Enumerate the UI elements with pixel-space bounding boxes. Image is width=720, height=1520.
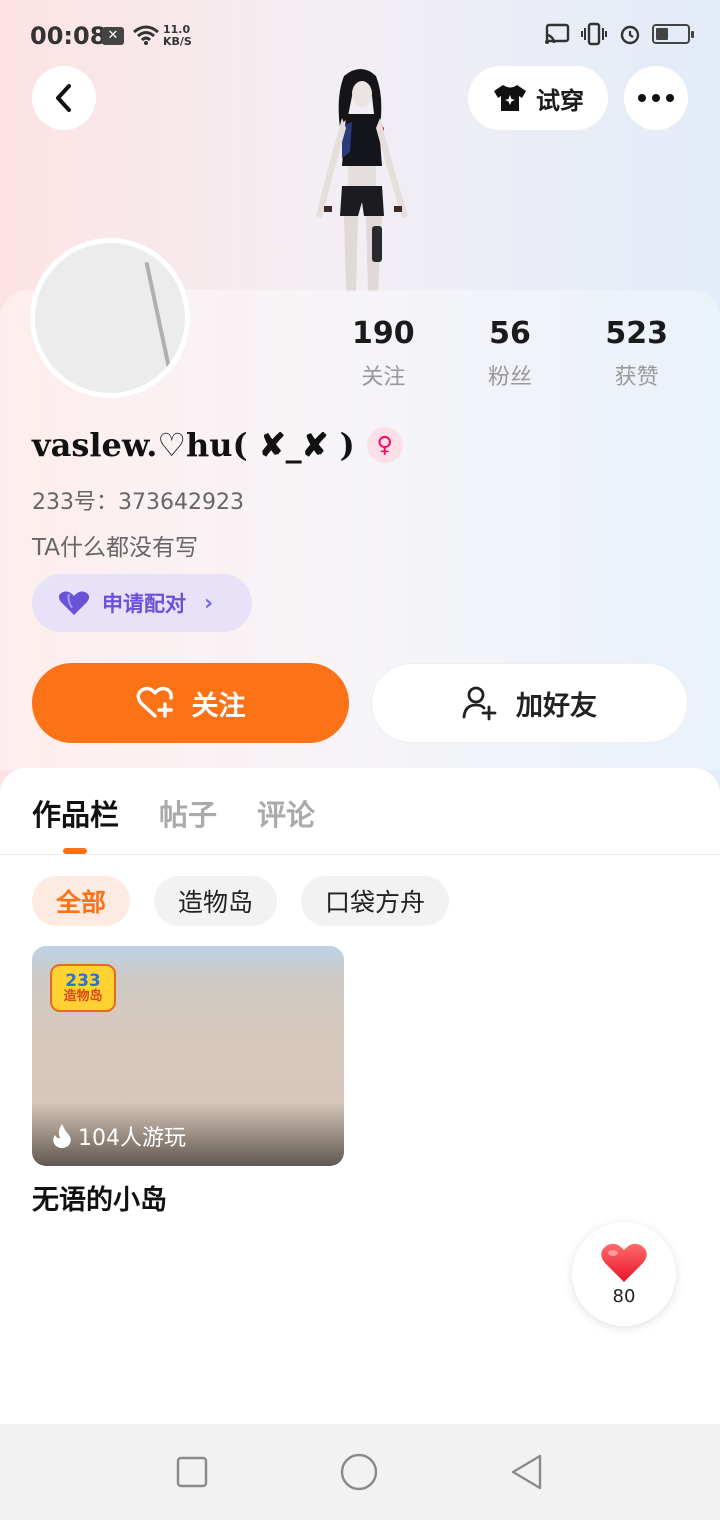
status-bar: 00:08 ✕ 11.0 KB/S (0, 0, 720, 74)
try-on-label: 试穿 (536, 86, 584, 115)
stat-likes-value: 523 (605, 316, 668, 351)
battery-icon (652, 24, 694, 44)
more-button[interactable] (624, 66, 688, 130)
add-friend-button[interactable]: 加好友 (371, 663, 688, 743)
follow-button[interactable]: 关注 (32, 663, 349, 743)
apply-pair-button[interactable]: 申请配对 › (32, 574, 252, 632)
logo-line2: 造物岛 (63, 989, 103, 1004)
content-section: 作品栏 帖子 评论 全部 造物岛 口袋方舟 233 造物岛 104人游玩 无语的… (0, 768, 720, 1424)
network-speed: 11.0 KB/S (163, 24, 192, 48)
tab-divider (0, 854, 720, 855)
user-id: 233号：373642923 (32, 490, 244, 515)
work-card[interactable]: 233 造物岛 104人游玩 (32, 946, 344, 1166)
player-count-text: 104人游玩 (78, 1126, 186, 1151)
recent-apps-button[interactable] (176, 1456, 208, 1488)
like-widget[interactable]: 80 (572, 1222, 676, 1326)
tshirt-icon (494, 85, 526, 111)
stat-likes[interactable]: 523 获赞 (573, 316, 700, 391)
filter-all[interactable]: 全部 (32, 876, 131, 926)
cast-icon (545, 23, 570, 44)
add-user-icon (462, 686, 497, 721)
back-button[interactable] (32, 66, 96, 130)
avatar-3d-figure[interactable] (296, 66, 426, 292)
tab-bar: 作品栏 帖子 评论 (32, 792, 315, 834)
add-friend-label: 加好友 (516, 690, 597, 722)
heart-add-icon (136, 686, 173, 718)
system-nav-bar (0, 1424, 720, 1520)
logo-line1: 233 (65, 971, 101, 991)
status-icons (544, 22, 694, 46)
alarm-icon (620, 25, 640, 45)
heart-icon (601, 1243, 647, 1282)
notification-icon: ✕ (102, 27, 124, 45)
stat-fans[interactable]: 56 粉丝 (447, 316, 574, 391)
tab-comments[interactable]: 评论 (257, 792, 315, 834)
stat-likes-label: 获赞 (614, 365, 659, 390)
more-icon (638, 94, 674, 102)
stat-fans-label: 粉丝 (488, 365, 533, 390)
tab-posts[interactable]: 帖子 (159, 792, 217, 834)
filter-chips: 全部 造物岛 口袋方舟 (32, 876, 450, 926)
back-nav-button[interactable] (510, 1454, 544, 1490)
status-time: 00:08 (30, 22, 107, 50)
filter-creation-island[interactable]: 造物岛 (154, 876, 278, 926)
home-button[interactable] (340, 1453, 378, 1491)
stat-fans-value: 56 (489, 316, 531, 351)
stat-following-label: 关注 (361, 365, 406, 390)
chevron-right-icon: › (204, 590, 214, 616)
apply-pair-label: 申请配对 (102, 592, 186, 616)
username: vaslew.♡hu( ✘_✘ ) (32, 426, 355, 464)
follow-label: 关注 (191, 690, 246, 722)
player-count: 104人游玩 (52, 1120, 186, 1152)
stat-following-value: 190 (352, 316, 415, 351)
like-count: 80 (612, 1285, 636, 1307)
username-row: vaslew.♡hu( ✘_✘ ) ♀ (32, 426, 403, 464)
tab-works[interactable]: 作品栏 (32, 792, 119, 834)
try-on-button[interactable]: 试穿 (468, 66, 608, 130)
vibrate-icon (581, 22, 607, 46)
wifi-icon (133, 25, 159, 45)
creation-island-logo: 233 造物岛 (50, 964, 116, 1012)
gender-female-icon: ♀ (366, 427, 403, 463)
stats-row: 190 关注 56 粉丝 523 获赞 (320, 316, 700, 391)
filter-pocket-ark[interactable]: 口袋方舟 (301, 876, 450, 926)
net-speed-unit: KB/S (163, 35, 192, 48)
stat-following[interactable]: 190 关注 (320, 316, 447, 391)
work-title[interactable]: 无语的小岛 (32, 1178, 167, 1217)
heart-icon (58, 591, 90, 615)
user-bio: TA什么都没有写 (32, 535, 198, 561)
back-icon (56, 84, 71, 112)
avatar[interactable] (30, 238, 190, 398)
fire-icon (53, 1124, 71, 1148)
